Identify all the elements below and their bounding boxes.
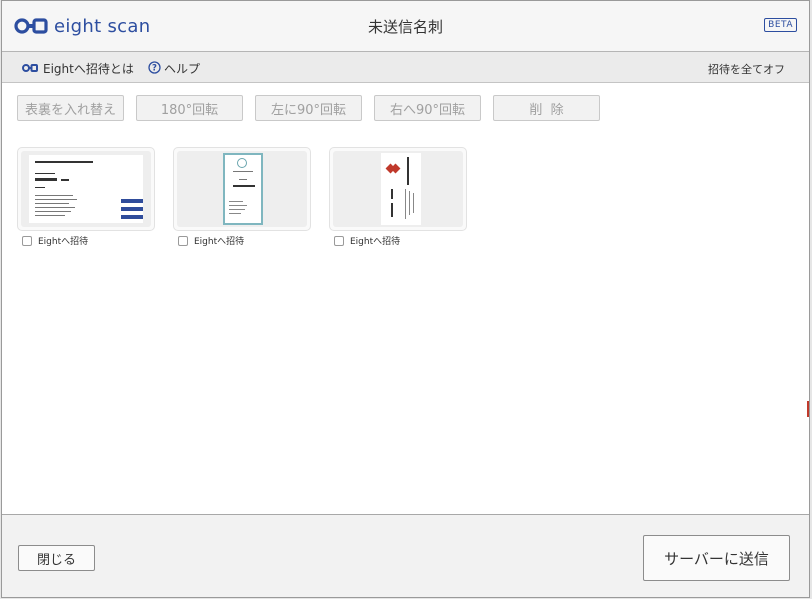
rotate-left-button[interactable]: 左に90°回転 xyxy=(255,95,362,121)
svg-text:?: ? xyxy=(152,63,157,73)
invite-label: Eightへ招待 xyxy=(38,237,89,247)
card-thumbnail[interactable] xyxy=(17,147,155,231)
rotate-right-button[interactable]: 右へ90°回転 xyxy=(374,95,481,121)
business-card-image xyxy=(223,153,263,225)
card-item[interactable]: Eightへ招待 xyxy=(17,147,155,247)
question-circle-icon: ? xyxy=(148,60,161,77)
send-to-server-button[interactable]: サーバーに送信 xyxy=(643,535,790,581)
beta-badge: BETA xyxy=(764,18,797,32)
swap-sides-button[interactable]: 表裏を入れ替え xyxy=(17,95,124,121)
card-list-area: 表裏を入れ替え 180°回転 左に90°回転 右へ90°回転 削 除 Eight… xyxy=(2,83,809,515)
card-thumbnail[interactable] xyxy=(329,147,467,231)
invite-option[interactable]: Eightへ招待 xyxy=(22,234,155,247)
eight-logo-icon xyxy=(22,62,38,76)
window-title: 未送信名刺 xyxy=(367,18,443,36)
card-thumbnail[interactable] xyxy=(173,147,311,231)
invite-info-link[interactable]: Eightへ招待とは xyxy=(22,60,134,77)
invite-label: Eightへ招待 xyxy=(194,237,245,247)
edge-marker xyxy=(807,401,809,417)
app-window: eight scan 未送信名刺 BETA Eightへ招待とは ? ヘルプ 招… xyxy=(1,0,810,598)
toolbar: Eightへ招待とは ? ヘルプ 招待を全てオフ xyxy=(2,52,809,83)
card-item[interactable]: Eightへ招待 xyxy=(173,147,311,247)
invite-checkbox[interactable] xyxy=(334,235,344,246)
invite-checkbox[interactable] xyxy=(178,235,188,246)
business-card-image xyxy=(381,153,421,225)
invite-option[interactable]: Eightへ招待 xyxy=(178,234,311,247)
rotate-180-button[interactable]: 180°回転 xyxy=(136,95,243,121)
invite-checkbox[interactable] xyxy=(22,235,32,246)
title-bar: eight scan 未送信名刺 BETA xyxy=(2,1,809,52)
invite-option[interactable]: Eightへ招待 xyxy=(334,234,467,247)
invite-info-label: Eightへ招待とは xyxy=(43,62,134,76)
business-card-image xyxy=(29,155,143,223)
help-label: ヘルプ xyxy=(164,62,201,76)
invite-all-off-link[interactable]: 招待を全てオフ xyxy=(708,61,785,77)
help-link[interactable]: ? ヘルプ xyxy=(148,60,200,77)
close-button[interactable]: 閉じる xyxy=(18,545,95,571)
invite-label: Eightへ招待 xyxy=(350,237,401,247)
delete-button[interactable]: 削 除 xyxy=(493,95,600,121)
footer: 閉じる サーバーに送信 xyxy=(2,515,809,597)
card-item[interactable]: Eightへ招待 xyxy=(329,147,467,247)
